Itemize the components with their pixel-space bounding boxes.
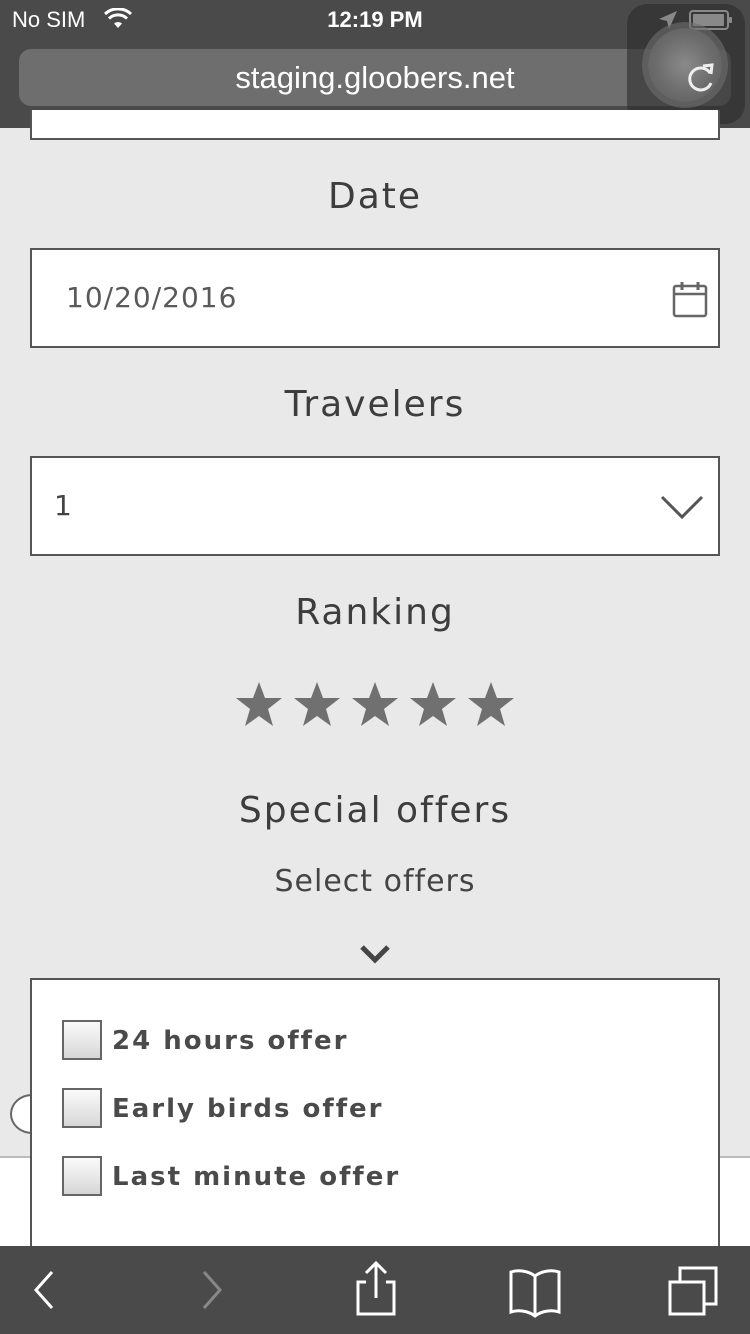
- star-icon[interactable]: [466, 680, 516, 730]
- offer-label[interactable]: Last minute offer: [112, 1162, 400, 1192]
- travelers-select[interactable]: 1: [30, 456, 720, 556]
- star-icon[interactable]: [234, 680, 284, 730]
- offers-dropdown-panel: 24 hours offer Early birds offer Last mi…: [30, 978, 720, 1248]
- offer-label[interactable]: 24 hours offer: [112, 1026, 348, 1056]
- star-icon[interactable]: [408, 680, 458, 730]
- bookmarks-icon[interactable]: [505, 1260, 565, 1320]
- date-value[interactable]: 10/20/2016: [66, 250, 237, 346]
- select-offers-dropdown[interactable]: Select offers: [0, 864, 750, 899]
- forward-icon[interactable]: [186, 1260, 246, 1320]
- reload-icon[interactable]: [686, 61, 716, 93]
- page-background-strip: [0, 1156, 30, 1248]
- chevron-down-icon[interactable]: [358, 942, 392, 966]
- browser-toolbar: [0, 1246, 750, 1334]
- url-text[interactable]: staging.gloobers.net: [19, 49, 731, 106]
- ranking-label: Ranking: [295, 592, 455, 633]
- previous-field-edge[interactable]: [30, 110, 720, 140]
- browser-chrome: No SIM 12:19 PM staging.gloobers.net: [0, 0, 750, 128]
- date-field[interactable]: 10/20/2016: [30, 248, 720, 348]
- page-background-strip: [716, 1156, 750, 1248]
- offer-label[interactable]: Early birds offer: [112, 1094, 383, 1124]
- travelers-value[interactable]: 1: [54, 458, 73, 554]
- share-icon[interactable]: [346, 1260, 406, 1320]
- star-icon[interactable]: [350, 680, 400, 730]
- calendar-icon[interactable]: [672, 280, 708, 318]
- travelers-label: Travelers: [284, 384, 466, 425]
- star-icon[interactable]: [292, 680, 342, 730]
- offer-checkbox[interactable]: [62, 1156, 102, 1196]
- tabs-icon[interactable]: [664, 1260, 724, 1320]
- chevron-down-icon[interactable]: [660, 494, 704, 520]
- special-offers-label: Special offers: [238, 790, 512, 831]
- date-label: Date: [327, 176, 423, 217]
- back-icon[interactable]: [22, 1260, 82, 1320]
- address-bar[interactable]: staging.gloobers.net: [19, 49, 731, 106]
- star-rating[interactable]: [234, 680, 516, 736]
- offer-checkbox[interactable]: [62, 1020, 102, 1060]
- offer-checkbox[interactable]: [62, 1088, 102, 1128]
